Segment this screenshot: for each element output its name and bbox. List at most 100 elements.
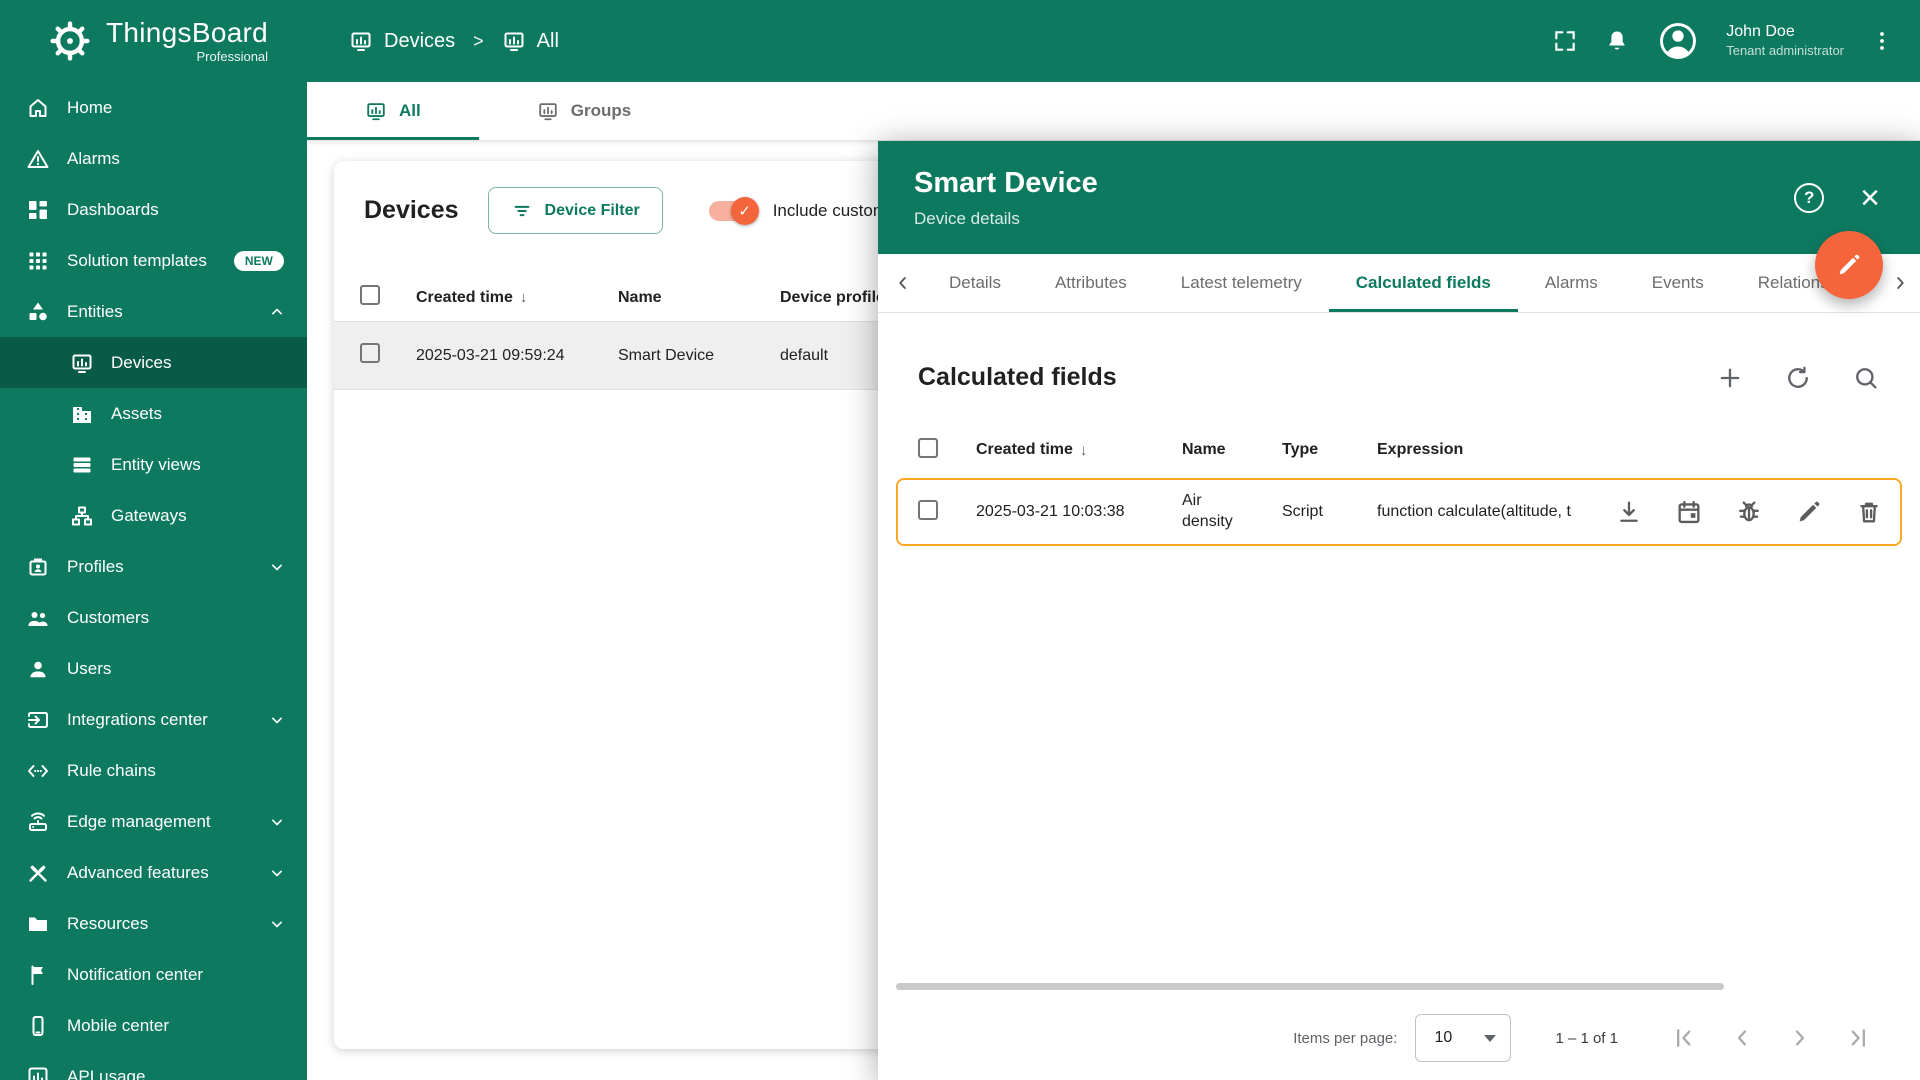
column-created-time[interactable]: Created time ↓ xyxy=(976,441,1182,459)
tab-events[interactable]: Events xyxy=(1625,254,1731,312)
sidebar-item-advanced-features[interactable]: Advanced features xyxy=(0,847,307,898)
row-checkbox[interactable] xyxy=(918,499,938,520)
row-checkbox[interactable] xyxy=(360,343,380,363)
panel-header: Smart Device Device details ? × xyxy=(878,141,1920,254)
sidebar-item-home[interactable]: Home xyxy=(0,82,307,133)
help-icon[interactable]: ? xyxy=(1794,183,1825,213)
panel-tab-bar: Details Attributes Latest telemetry Calc… xyxy=(878,254,1920,313)
column-name[interactable]: Name xyxy=(618,289,780,307)
logo-gear-icon xyxy=(48,19,92,63)
edit-icon[interactable] xyxy=(1795,498,1823,526)
close-icon[interactable]: × xyxy=(1860,181,1880,215)
section-actions xyxy=(1716,364,1880,392)
tabs-scroll-right-button[interactable] xyxy=(1880,254,1920,312)
groups-icon xyxy=(537,100,559,122)
tab-latest-telemetry[interactable]: Latest telemetry xyxy=(1154,254,1329,312)
tab-attributes[interactable]: Attributes xyxy=(1028,254,1154,312)
sidebar-item-integrations-center[interactable]: Integrations center xyxy=(0,694,307,745)
sidebar-item-users[interactable]: Users xyxy=(0,643,307,694)
tab-groups[interactable]: Groups xyxy=(479,82,689,140)
horizontal-scrollbar[interactable] xyxy=(896,983,1724,990)
next-page-icon[interactable] xyxy=(1786,1024,1814,1052)
category-icon xyxy=(26,300,50,324)
user-avatar[interactable] xyxy=(1656,19,1700,63)
chart-icon xyxy=(26,1065,50,1080)
sidebar-item-resources[interactable]: Resources xyxy=(0,898,307,949)
sidebar-item-alarms[interactable]: Alarms xyxy=(0,133,307,184)
chevron-down-icon xyxy=(267,863,287,883)
select-all-checkbox[interactable] xyxy=(360,285,380,305)
breadcrumb-devices[interactable]: Devices xyxy=(349,29,455,53)
column-name[interactable]: Name xyxy=(1182,441,1282,459)
dashboard-icon xyxy=(26,198,50,222)
sidebar-item-profiles[interactable]: Profiles xyxy=(0,541,307,592)
sidebar-item-assets[interactable]: Assets xyxy=(0,388,307,439)
chevron-down-icon xyxy=(267,914,287,934)
sidebar-item-customers[interactable]: Customers xyxy=(0,592,307,643)
input-icon xyxy=(26,708,50,732)
sidebar-item-rule-chains[interactable]: Rule chains xyxy=(0,745,307,796)
tab-calculated-fields[interactable]: Calculated fields xyxy=(1328,254,1518,312)
user-info: John Doe Tenant administrator xyxy=(1726,22,1844,60)
sidebar-item-edge-management[interactable]: Edge management xyxy=(0,796,307,847)
table-row[interactable]: 2025-03-21 10:03:38 Air density Script f… xyxy=(896,478,1902,546)
first-page-icon[interactable] xyxy=(1670,1024,1698,1052)
sidebar-item-dashboards[interactable]: Dashboards xyxy=(0,184,307,235)
devices-icon xyxy=(70,351,94,375)
pagination-bar: Items per page: 10 1 – 1 of 1 xyxy=(878,996,1920,1080)
breadcrumb-all[interactable]: All xyxy=(502,29,559,53)
tab-details[interactable]: Details xyxy=(922,254,1028,312)
sidebar-item-entities[interactable]: Entities xyxy=(0,286,307,337)
delete-icon[interactable] xyxy=(1855,498,1883,526)
tabs-scroll-left-button[interactable] xyxy=(884,254,922,312)
people-icon xyxy=(26,606,50,630)
tools-icon xyxy=(26,861,50,885)
flag-icon xyxy=(26,963,50,987)
sidebar-item-api-usage[interactable]: API usage xyxy=(0,1051,307,1080)
refresh-icon[interactable] xyxy=(1784,364,1812,392)
items-per-page-select[interactable]: 10 xyxy=(1415,1014,1512,1062)
toggle-check-icon: ✓ xyxy=(730,196,759,225)
sidebar: Home Alarms Dashboards Solution template… xyxy=(0,82,307,1080)
column-expression[interactable]: Expression xyxy=(1377,441,1615,459)
tab-all[interactable]: All xyxy=(307,82,479,140)
row-actions xyxy=(1615,498,1917,526)
tab-alarms[interactable]: Alarms xyxy=(1518,254,1625,312)
bug-debug-icon[interactable] xyxy=(1735,498,1763,526)
lan-icon xyxy=(70,504,94,528)
sidebar-item-gateways[interactable]: Gateways xyxy=(0,490,307,541)
entity-tabs: All Groups xyxy=(307,82,1920,141)
home-icon xyxy=(26,96,50,120)
cell-created-time: 2025-03-21 09:59:24 xyxy=(416,346,565,364)
app-logo[interactable]: ThingsBoard Professional xyxy=(0,18,307,63)
sort-desc-icon: ↓ xyxy=(1079,441,1088,459)
chevron-down-icon xyxy=(267,710,287,730)
previous-page-icon[interactable] xyxy=(1728,1024,1756,1052)
kebab-menu-button[interactable] xyxy=(1870,29,1894,53)
fullscreen-button[interactable] xyxy=(1552,28,1578,54)
filter-list-icon xyxy=(511,200,533,222)
panel-subtitle: Device details xyxy=(914,208,1020,228)
person-icon xyxy=(26,657,50,681)
sidebar-item-solution-templates[interactable]: Solution templates NEW xyxy=(0,235,307,286)
panel-header-actions: ? × xyxy=(1794,181,1880,215)
cell-type: Script xyxy=(1282,503,1323,520)
sidebar-item-mobile-center[interactable]: Mobile center xyxy=(0,1000,307,1051)
sidebar-item-entity-views[interactable]: Entity views xyxy=(0,439,307,490)
last-page-icon[interactable] xyxy=(1844,1024,1872,1052)
select-all-checkbox[interactable] xyxy=(918,437,938,458)
sidebar-item-notification-center[interactable]: Notification center xyxy=(0,949,307,1000)
chevron-down-icon xyxy=(267,557,287,577)
column-created-time[interactable]: Created time ↓ xyxy=(416,289,618,307)
download-icon[interactable] xyxy=(1615,498,1643,526)
edit-fab[interactable] xyxy=(1815,231,1883,299)
column-type[interactable]: Type xyxy=(1282,441,1377,459)
notifications-bell-button[interactable] xyxy=(1604,28,1630,54)
sidebar-item-devices[interactable]: Devices xyxy=(0,337,307,388)
calendar-events-icon[interactable] xyxy=(1675,498,1703,526)
add-icon[interactable] xyxy=(1716,364,1744,392)
sort-desc-icon: ↓ xyxy=(519,289,528,306)
include-customers-toggle[interactable]: ✓ xyxy=(708,196,759,225)
search-icon[interactable] xyxy=(1852,364,1880,392)
device-filter-button[interactable]: Device Filter xyxy=(487,187,663,234)
